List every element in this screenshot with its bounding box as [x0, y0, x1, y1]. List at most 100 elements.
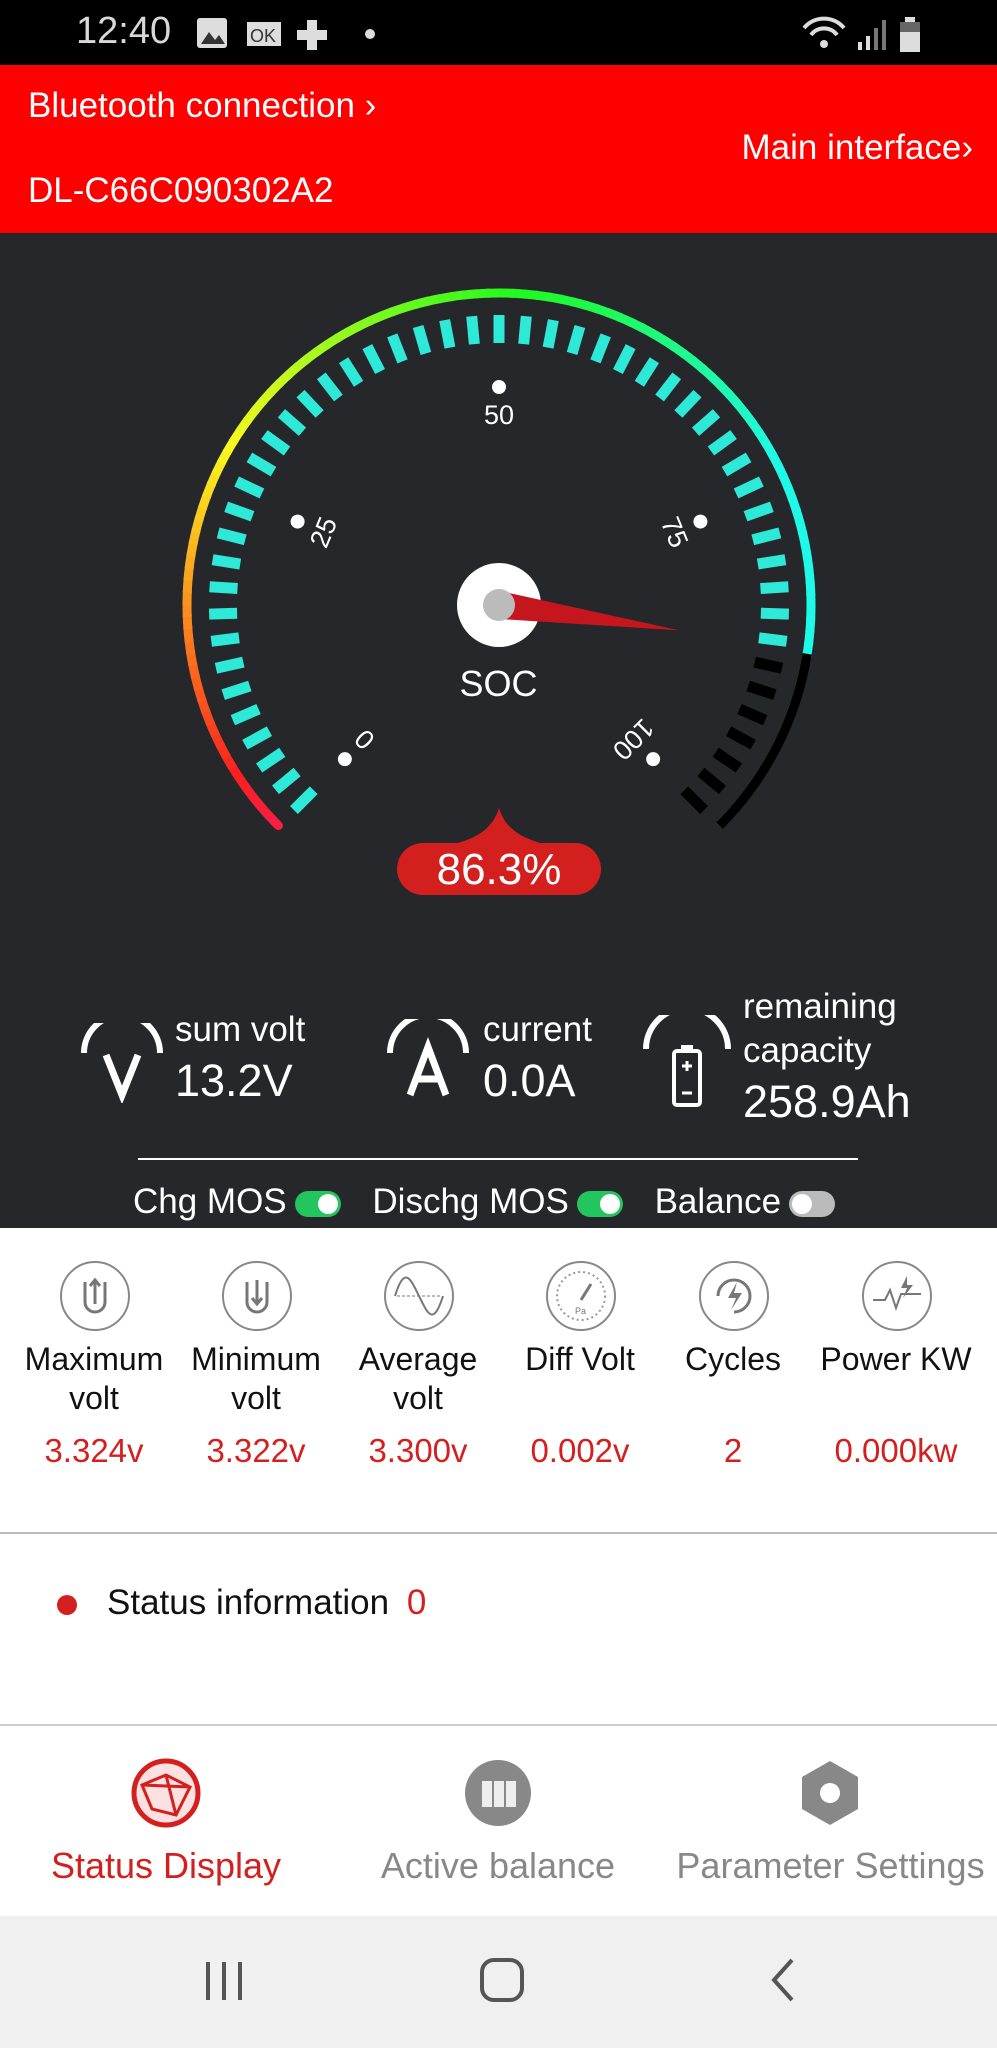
gauge-tick	[296, 389, 324, 418]
globe-network-icon	[131, 1758, 201, 1828]
soc-value: 86.3%	[437, 845, 562, 894]
status-dot-icon	[57, 1594, 77, 1615]
tab-status-display[interactable]: Status Display	[0, 1725, 332, 1916]
gauge-tick	[209, 581, 238, 595]
metric-value: 0.002v	[530, 1432, 630, 1469]
bluetooth-label: Bluetooth connection	[28, 86, 355, 125]
main-interface-link[interactable]: Main interface›	[742, 128, 973, 168]
gauge-tick	[634, 357, 660, 387]
metric-value: 2	[723, 1432, 743, 1469]
max-volt-icon	[60, 1261, 130, 1331]
device-id: DL-C66C090302A2	[28, 171, 334, 210]
soc-label: SOC	[459, 663, 538, 704]
gauge-tick	[756, 554, 787, 570]
metric-value: 3.322v	[206, 1432, 306, 1469]
scale-dot	[646, 752, 661, 767]
cycle-bolt-icon	[699, 1261, 769, 1331]
gauge-tick	[208, 607, 238, 620]
metric-value: 3.324v	[44, 1432, 144, 1469]
dashboard-panel: 0 25 50 75 100 86.3% SOC sum volt 13.2V curre…	[0, 233, 997, 1228]
gauge-tick	[691, 409, 721, 436]
svg-text:Pa: Pa	[575, 1306, 586, 1316]
gauge-tick	[760, 607, 790, 620]
metric-label: Cycles	[684, 1341, 781, 1377]
stat-value: 258.9Ah	[743, 1076, 911, 1127]
chg-mos-toggle[interactable]	[294, 1190, 341, 1217]
balance-label: Balance	[654, 1182, 782, 1221]
chg-mos-label: Chg MOS	[133, 1182, 287, 1221]
gauge-tick	[721, 452, 752, 477]
stat-label: sum volt	[175, 1010, 306, 1049]
metric-label: Diff Volt	[525, 1341, 635, 1377]
gauge-tick	[733, 476, 764, 499]
gauge-tick	[211, 554, 242, 570]
gauge-tick	[518, 315, 532, 345]
gauge-tick	[234, 476, 265, 499]
gauge-tick	[674, 389, 702, 418]
metric-label: Power KW	[820, 1341, 972, 1377]
gauge-tick	[439, 319, 456, 349]
gauge-tick	[590, 333, 611, 364]
home-icon[interactable]	[478, 1956, 528, 2006]
scale-dot	[693, 514, 708, 529]
gauge-tick	[387, 333, 408, 364]
toggle-row: Chg MOS Dischg MOS Balance	[133, 1182, 836, 1222]
gauge-tick	[210, 632, 240, 647]
battery-icon	[643, 1015, 731, 1107]
metric-label: Minimum volt	[191, 1341, 321, 1416]
scale-dot	[492, 380, 506, 394]
gauge-tick	[362, 344, 385, 375]
notification-icons: OK	[197, 18, 375, 50]
tab-label: Active balance	[380, 1845, 616, 1886]
gauge-tick	[760, 581, 789, 595]
gauge-tick	[707, 430, 737, 456]
scale-label: 50	[484, 400, 514, 430]
battery-balance-icon	[465, 1760, 531, 1826]
hexagon-settings-icon	[802, 1761, 858, 1825]
back-icon[interactable]	[766, 1956, 802, 2006]
dischg-mos-toggle[interactable]	[576, 1190, 623, 1217]
status-info-count: 0	[406, 1583, 427, 1622]
gauge-tick	[712, 747, 742, 773]
scale-dot	[337, 752, 352, 767]
balance-toggle[interactable]	[789, 1190, 836, 1217]
svg-text:OK: OK	[250, 26, 276, 46]
soc-gauge: 025507510086.3%	[182, 288, 816, 895]
scale-dot	[290, 514, 305, 529]
gauge-tick	[566, 324, 586, 355]
bluetooth-connection-link[interactable]: Bluetooth connection ›	[28, 86, 376, 126]
gauge-tick	[542, 319, 559, 349]
gauge-tick	[737, 704, 768, 726]
gauge-arc-segment	[716, 813, 732, 829]
system-nav-bar	[0, 1916, 997, 2048]
current-icon	[387, 1019, 469, 1097]
needle-cap	[483, 589, 515, 621]
gauge-tick	[256, 747, 286, 773]
status-bar: 12:40 OK	[0, 0, 997, 65]
metric-label: Average volt	[358, 1341, 478, 1416]
sine-wave-icon	[384, 1261, 454, 1331]
chevron-right-icon: ›	[364, 86, 377, 125]
tab-label: Status Display	[50, 1845, 282, 1886]
tab-active-balance[interactable]: Active balance	[332, 1725, 664, 1916]
gauge-tick	[224, 501, 255, 522]
gauge-tick	[216, 527, 247, 546]
tab-parameter-settings[interactable]: Parameter Settings	[664, 1725, 997, 1916]
gauge-tick	[743, 501, 774, 522]
metric-value: 0.000kw	[834, 1432, 958, 1469]
gauge-tick	[338, 357, 364, 387]
gauge-tick	[412, 324, 432, 355]
volt-icon	[81, 1023, 163, 1103]
system-status-icons	[802, 16, 920, 52]
status-info-label: Status information	[107, 1583, 390, 1622]
gauge-tick	[316, 372, 343, 402]
divider	[0, 1532, 997, 1534]
status-information[interactable]: Status information 0	[57, 1583, 426, 1623]
divider	[138, 1158, 858, 1160]
recent-apps-icon[interactable]	[200, 1958, 250, 2004]
gauge-tick	[751, 527, 782, 546]
chevron-right-icon: ›	[961, 128, 973, 167]
stat-value: 13.2V	[175, 1055, 293, 1106]
metric-label: Maximum volt	[24, 1341, 164, 1416]
gauge-tick	[242, 726, 273, 750]
